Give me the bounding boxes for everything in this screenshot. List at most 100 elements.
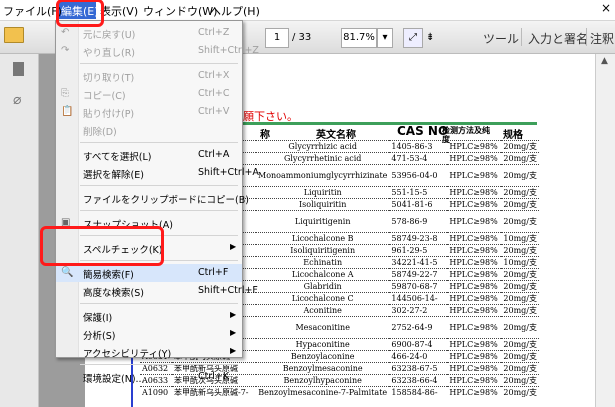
row-cas: 59870-68-7 <box>389 280 448 293</box>
page-total: / 33 <box>292 32 312 43</box>
fit-page-icon[interactable]: ⤢ <box>403 28 423 48</box>
row-code: A1090 <box>140 386 172 398</box>
menu-item[interactable]: ↷ やり直し(R) Shift+Ctrl+Z <box>56 42 259 60</box>
menu-item-shortcut: Ctrl+K <box>198 371 230 382</box>
menu-item[interactable]: すべてを選択(L) Ctrl+A <box>56 146 242 164</box>
attachment-icon[interactable]: ⌀ <box>13 92 21 108</box>
header-spec: 规格 <box>503 130 523 141</box>
row-spec: 20mg/支 <box>501 186 539 199</box>
row-method: HPLC≥98% <box>447 152 502 165</box>
row-spec: 20mg/支 <box>501 244 539 257</box>
menu-item-label: アクセシビリティ(Y) <box>83 349 172 360</box>
menu-item[interactable]: 選択を解除(E) Shift+Ctrl+A <box>56 164 259 182</box>
menu-item-shortcut: Ctrl+X <box>198 70 230 81</box>
menu-separator <box>80 142 238 143</box>
row-cas: 63238-67-5 <box>389 362 448 375</box>
row-name-cn: 苯甲酰新乌头原碱-7- <box>172 386 256 398</box>
row-spec: 20mg/支 <box>501 338 539 351</box>
menu-file[interactable]: ファイル(F) <box>3 3 62 19</box>
menu-item[interactable]: 高度な検索(S) Shift+Ctrl+F <box>56 282 258 300</box>
row-name-en: Mesaconitine <box>256 316 390 339</box>
submenu-arrow-icon: ▶ <box>230 242 237 251</box>
row-cas: 471-53-4 <box>389 152 448 165</box>
redo-icon: ↷ <box>61 45 70 56</box>
menu-item[interactable]: 切り取り(T) Ctrl+X <box>56 67 242 85</box>
menu-item-shortcut: Ctrl+V <box>198 106 230 117</box>
menu-item-label: コピー(C) <box>83 91 126 102</box>
menu-item[interactable]: 🔍 簡易検索(F) Ctrl+F <box>56 264 242 282</box>
menu-separator <box>80 210 238 211</box>
toolbar-divider <box>521 28 522 46</box>
paste-icon: 📋 <box>61 106 74 117</box>
menu-view[interactable]: 表示(V) <box>100 3 138 19</box>
menu-item[interactable]: 保護(I) ▶ <box>56 307 242 325</box>
menu-item[interactable]: ファイルをクリップボードにコピー(B) <box>56 189 249 207</box>
row-method: HPLC≥98% <box>447 350 502 363</box>
tools-button[interactable]: ツール <box>483 30 519 47</box>
row-method: HPLC≥98% <box>447 316 502 339</box>
zoom-dropdown-icon[interactable]: ▾ <box>377 28 393 48</box>
zoom-input[interactable]: 81.7% <box>341 28 377 48</box>
menu-item-label: ファイルをクリップボードにコピー(B) <box>83 195 249 206</box>
comment-button[interactable]: 注釈 <box>590 30 614 47</box>
menu-item[interactable]: アクセシビリティ(Y) ▶ <box>56 343 242 361</box>
row-name-en: Echinatin <box>256 256 390 269</box>
pages-icon[interactable] <box>13 62 24 76</box>
row-method: HPLC≥98% <box>447 164 502 187</box>
toolbar-more-icon[interactable]: ⇟ <box>426 28 434 48</box>
header-cas: CAS NO <box>397 124 449 138</box>
menu-item[interactable]: 分析(S) ▶ <box>56 325 242 343</box>
row-spec: 20mg/支 <box>501 280 539 293</box>
row-method: HPLC≥98% <box>447 210 502 233</box>
menu-item-shortcut: Ctrl+A <box>198 149 230 160</box>
row-method: HPLC≥98% <box>447 374 502 387</box>
row-name-en: Glycyrrhetinic acid <box>256 152 390 165</box>
row-spec: 20mg/支 <box>501 386 539 398</box>
row-name-en: Benzoylhypaconine <box>256 374 390 387</box>
page-number-input[interactable]: 1 <box>265 28 289 48</box>
row-name-en: Licochalcone A <box>256 268 390 281</box>
close-icon[interactable]: × <box>601 1 611 15</box>
menu-item-label: 貼り付け(P) <box>83 109 135 120</box>
menu-item-label: 切り取り(T) <box>83 73 135 84</box>
row-spec: 20mg/支 <box>501 374 539 387</box>
row-spec: 20mg/支 <box>501 362 539 375</box>
menu-item[interactable]: 環境設定(N)... Ctrl+K <box>56 368 242 386</box>
menu-item-shortcut: Shift+Ctrl+A <box>198 167 259 178</box>
toolbar-divider <box>586 28 587 46</box>
row-cas: 144506-14- <box>389 292 448 305</box>
row-cas: 6900-87-4 <box>389 338 448 351</box>
menu-item-label: 削除(D) <box>83 127 117 138</box>
row-method: HPLC≥98% <box>447 292 502 305</box>
row-spec: 20mg/支 <box>501 164 539 187</box>
row-name-en: Benzoylmesaconine-7-Palmitate <box>256 386 390 398</box>
row-spec: 20mg/支 <box>501 292 539 305</box>
menu-item-label: 元に戻す(U) <box>83 30 136 41</box>
row-name-en: Glycyrrhizic acid <box>256 140 390 153</box>
row-cas: 58749-23-8 <box>389 232 448 245</box>
row-method: HPLC≥98% <box>447 198 502 211</box>
menu-item[interactable]: 削除(D) <box>56 121 242 139</box>
undo-icon: ↶ <box>61 27 70 38</box>
menu-help[interactable]: ヘルプ(H) <box>210 3 260 19</box>
row-spec: 20mg/支 <box>501 350 539 363</box>
menu-item-label: 簡易検索(F) <box>83 270 134 281</box>
row-cas: 551-15-5 <box>389 186 448 199</box>
menu-item-label: 選択を解除(E) <box>83 170 144 181</box>
menu-item-shortcut: Shift+Ctrl+Z <box>198 45 259 56</box>
table-top-rule <box>243 122 537 125</box>
row-method: HPLC≥98% <box>447 280 502 293</box>
row-spec: 20mg/支 <box>501 316 539 339</box>
fill-sign-button[interactable]: 入力と署名 <box>528 30 588 47</box>
menu-item[interactable]: ⎘ コピー(C) Ctrl+C <box>56 85 242 103</box>
scroll-up-icon[interactable]: ▲ <box>601 56 608 66</box>
row-method: HPLC≥98% <box>447 268 502 281</box>
menu-item-label: 高度な検索(S) <box>83 288 144 299</box>
menu-item-shortcut: Ctrl+C <box>198 88 230 99</box>
open-folder-icon[interactable] <box>4 27 24 43</box>
menu-window[interactable]: ウィンドウ(W) <box>143 3 217 19</box>
row-cas: 466-24-0 <box>389 350 448 363</box>
vertical-scrollbar[interactable]: ▲ <box>595 54 615 407</box>
menu-separator <box>80 63 238 64</box>
menu-item[interactable]: 📋 貼り付け(P) Ctrl+V <box>56 103 242 121</box>
